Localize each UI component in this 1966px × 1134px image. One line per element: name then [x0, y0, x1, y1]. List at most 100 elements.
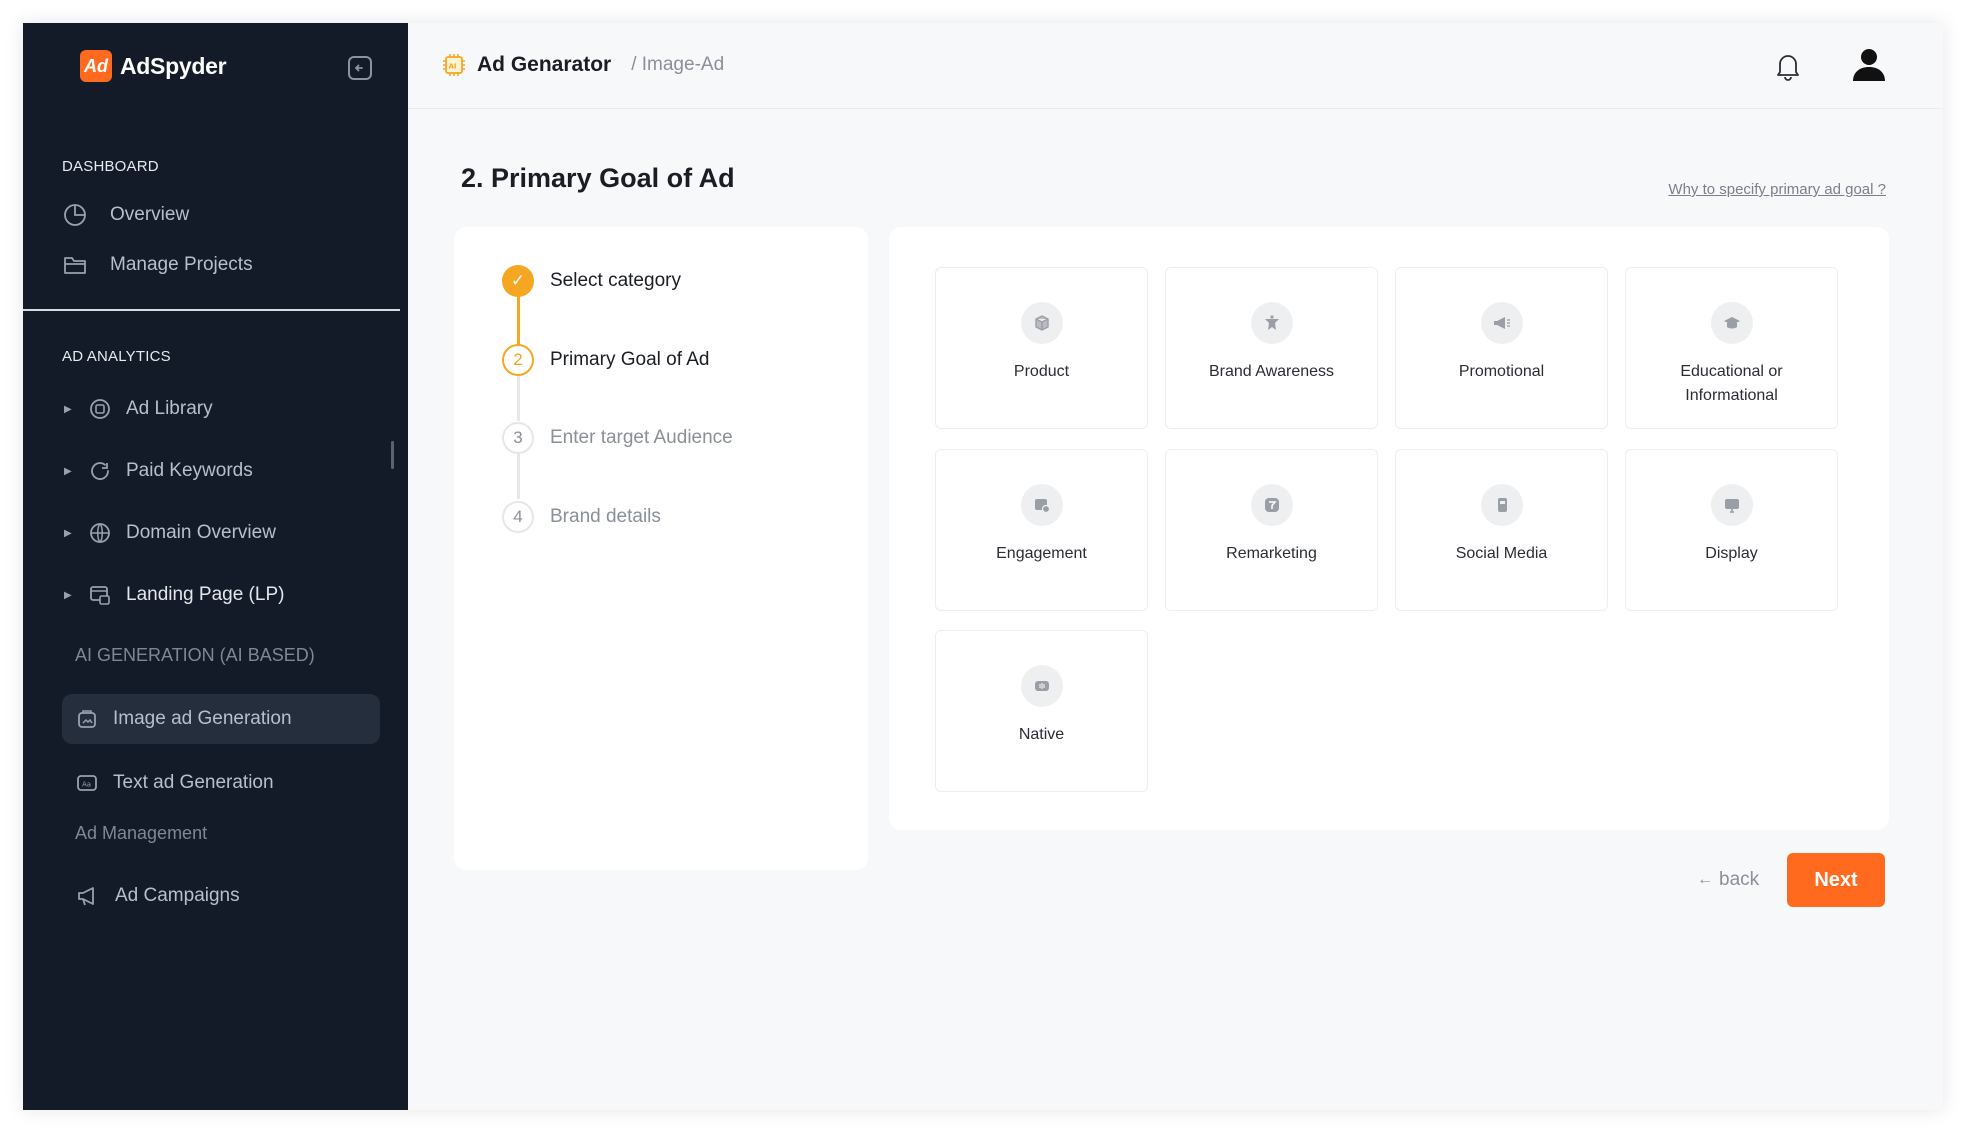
pie-chart-icon [64, 204, 86, 226]
sidebar-item-label: Manage Projects [110, 254, 253, 275]
sidebar-scrollbar[interactable] [391, 441, 394, 469]
next-button[interactable]: Next [1787, 853, 1885, 907]
sidebar-item-ad-campaigns[interactable]: Ad Campaigns [75, 883, 240, 909]
text-ad-icon: Aa [77, 775, 97, 791]
brand-logo[interactable]: Ad AdSpyder [80, 50, 227, 82]
bell-icon [1777, 55, 1799, 81]
step-number: 2 [502, 344, 534, 376]
step-number: 3 [502, 422, 534, 454]
back-button-label: back [1719, 869, 1760, 890]
monitor-icon [1710, 484, 1753, 526]
step-number: 4 [502, 501, 534, 533]
option-label: Brand Awareness [1208, 363, 1335, 380]
expand-caret-icon: ▶ [64, 403, 72, 415]
sidebar-item-manage-projects[interactable]: Manage Projects [62, 252, 253, 278]
sidebar-item-paid-keywords[interactable]: ▶ Paid Keywords [64, 459, 253, 483]
ad-management-section-label: Ad Management [75, 823, 208, 843]
option-educational[interactable]: Educational or Informational [1625, 267, 1838, 429]
option-promotional[interactable]: Promotional [1395, 267, 1608, 429]
collapse-sidebar-button[interactable] [348, 56, 372, 80]
expand-caret-icon: ▶ [64, 465, 72, 477]
logo-mark: Ad [80, 50, 112, 82]
option-label: Native [1018, 726, 1065, 743]
mobile-icon [1480, 484, 1523, 526]
header-title: Ad Genarator [477, 53, 612, 76]
sidebar-item-label: Ad Campaigns [115, 885, 240, 906]
box-icon [1020, 302, 1063, 344]
step-brand-details[interactable]: 4 Brand details [502, 501, 661, 533]
native-icon [1020, 665, 1063, 707]
step-connector [517, 453, 520, 499]
folder-icon [64, 257, 86, 274]
step-target-audience[interactable]: 3 Enter target Audience [502, 422, 733, 454]
ad-library-icon [90, 399, 110, 419]
step-connector [517, 375, 520, 421]
expand-caret-icon: ▶ [64, 527, 72, 539]
collapse-icon [354, 64, 363, 72]
page-title: 2. Primary Goal of Ad [461, 163, 735, 193]
option-label: Engagement [996, 545, 1087, 562]
expand-caret-icon: ▶ [64, 589, 72, 601]
brand-name: AdSpyder [120, 52, 227, 79]
app-window: Ad AdSpyder DASHBOARD Overview Manage Pr… [23, 23, 1943, 1110]
page-header-title: AI Ad Genarator / Image-Ad [441, 52, 724, 78]
why-primary-goal-link[interactable]: Why to specify primary ad goal ? [1668, 181, 1886, 198]
notifications-button[interactable] [1772, 50, 1804, 87]
sidebar-item-label: Text ad Generation [113, 772, 274, 793]
option-label: Promotional [1458, 363, 1545, 380]
top-header: AI Ad Genarator / Image-Ad [408, 23, 1943, 109]
image-ad-icon [78, 710, 96, 728]
steps-panel: ✓ Select category 2 Primary Goal of Ad 3… [454, 227, 868, 870]
megaphone-icon [78, 887, 94, 906]
svg-text:Aa: Aa [82, 781, 91, 789]
sidebar-item-label: Domain Overview [126, 522, 276, 543]
option-label: Educational or Informational [1680, 363, 1783, 404]
step-select-category[interactable]: ✓ Select category [502, 265, 681, 297]
option-label: Social Media [1455, 545, 1548, 562]
step-label: Primary Goal of Ad [550, 349, 710, 370]
option-label: Display [1705, 545, 1758, 562]
brand-awareness-icon [1250, 302, 1293, 344]
sidebar-item-label: Ad Library [126, 398, 213, 419]
option-social-media[interactable]: Social Media [1395, 449, 1608, 611]
sidebar-item-landing-page[interactable]: ▶ Landing Page (LP) [64, 583, 284, 607]
option-label: Product [1013, 363, 1070, 380]
sidebar-divider [23, 309, 400, 311]
dashboard-section-label: DASHBOARD [62, 158, 159, 175]
option-brand-awareness[interactable]: Brand Awareness [1165, 267, 1378, 429]
user-avatar-button[interactable] [1852, 47, 1886, 88]
sidebar-item-label: Landing Page (LP) [126, 584, 285, 605]
option-display[interactable]: Display [1625, 449, 1838, 611]
sidebar-item-image-ad-generation[interactable]: Image ad Generation [75, 707, 292, 731]
paid-keywords-icon [91, 462, 109, 480]
back-button[interactable]: ← back [1697, 869, 1759, 891]
analytics-section-label: AD ANALYTICS [62, 348, 171, 365]
arrow-left-icon: ← [1697, 871, 1713, 888]
step-label: Brand details [550, 506, 661, 527]
option-product[interactable]: Product [935, 267, 1148, 429]
sidebar: Ad AdSpyder DASHBOARD Overview Manage Pr… [23, 23, 408, 1110]
globe-icon [90, 523, 110, 543]
step-primary-goal[interactable]: 2 Primary Goal of Ad [502, 344, 709, 376]
sidebar-item-text-ad-generation[interactable]: Aa Text ad Generation [75, 771, 274, 795]
breadcrumb[interactable]: / Image-Ad [631, 54, 724, 76]
svg-text:AI: AI [449, 63, 457, 71]
option-native[interactable]: Native [935, 630, 1148, 792]
sidebar-item-label: Image ad Generation [113, 708, 292, 729]
ai-chip-icon: AI [443, 54, 465, 76]
step-label: Select category [550, 270, 681, 291]
sidebar-item-overview[interactable]: Overview [62, 202, 189, 228]
sidebar-item-ad-library[interactable]: ▶ Ad Library [64, 397, 213, 421]
goal-options-panel: Product Brand Awareness Promotional Educ… [889, 227, 1889, 830]
check-icon: ✓ [502, 265, 534, 297]
sidebar-item-label: Paid Keywords [126, 460, 253, 481]
landing-page-icon [90, 586, 110, 605]
option-remarketing[interactable]: Remarketing [1165, 449, 1378, 611]
step-label: Enter target Audience [550, 427, 733, 448]
sidebar-item-domain-overview[interactable]: ▶ Domain Overview [64, 521, 276, 545]
option-engagement[interactable]: Engagement [935, 449, 1148, 611]
user-icon [1853, 49, 1885, 81]
option-label: Remarketing [1226, 545, 1317, 562]
remarketing-icon [1250, 484, 1293, 526]
graduation-cap-icon [1710, 302, 1753, 344]
